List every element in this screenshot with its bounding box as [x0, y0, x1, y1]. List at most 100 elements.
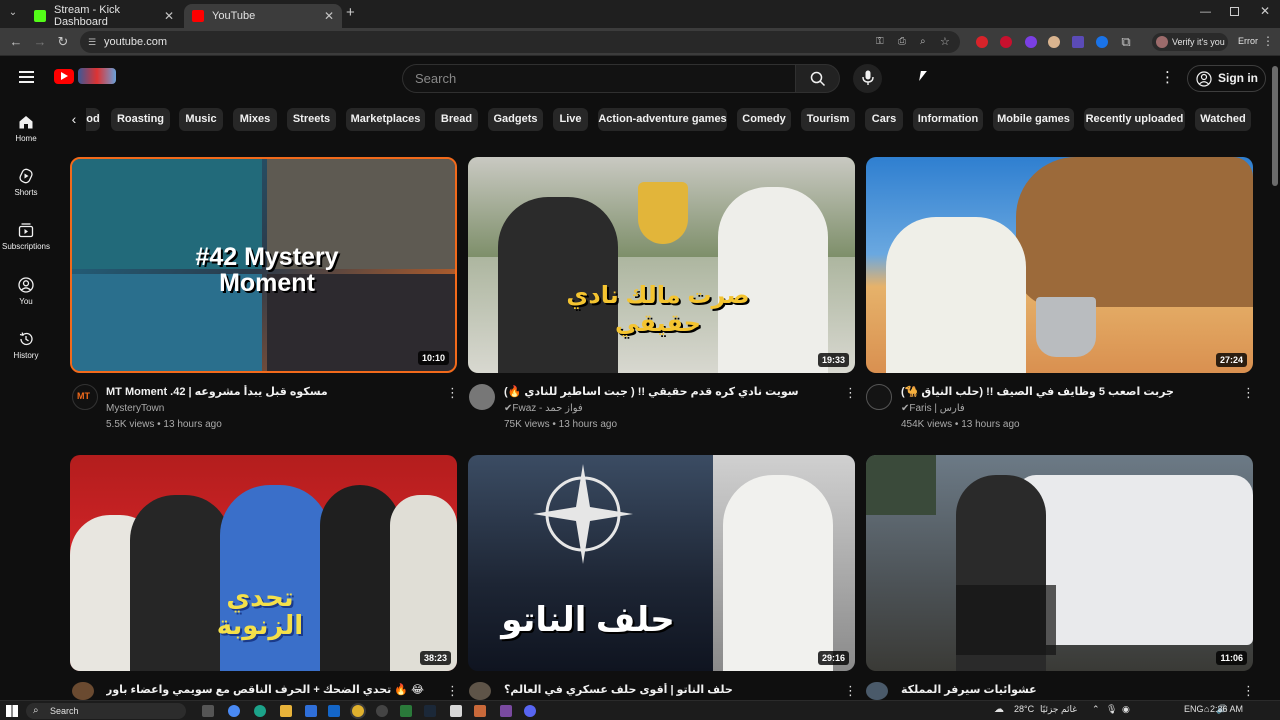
chip[interactable]: Comedy — [737, 108, 791, 131]
store-icon[interactable] — [305, 705, 317, 717]
chip[interactable]: Marketplaces — [346, 108, 425, 131]
video-thumbnail[interactable]: تحدي الزنوبة 38:23 — [70, 455, 457, 671]
windows-start-icon[interactable] — [6, 705, 18, 717]
search-input[interactable]: Search — [402, 64, 795, 93]
close-tab-icon[interactable]: ✕ — [164, 9, 174, 23]
chip[interactable]: Bread — [435, 108, 478, 131]
sidebar-item-you[interactable]: You — [0, 277, 52, 306]
video-menu-icon[interactable]: ⋮ — [844, 385, 857, 401]
password-icon[interactable]: ⚿ — [876, 31, 884, 53]
search-button[interactable] — [795, 64, 840, 93]
app-icon[interactable] — [474, 705, 486, 717]
video-title[interactable]: تحدي الضحك + الحرف الناقص مع سويمي واعضا… — [106, 683, 436, 699]
error-badge[interactable]: Error — [1238, 36, 1258, 46]
taskbar-search[interactable]: ⌕ Search — [26, 703, 186, 719]
video-menu-icon[interactable]: ⋮ — [1242, 385, 1255, 401]
close-window-icon[interactable]: ✕ — [1260, 4, 1270, 18]
weather-temp[interactable]: 28°C — [1014, 704, 1034, 714]
video-channel[interactable]: ✔Faris | فارس — [901, 403, 965, 414]
extension-5-icon[interactable] — [1072, 36, 1084, 48]
outlook-icon[interactable] — [328, 705, 340, 717]
profile-button[interactable]: Verify it's you — [1152, 33, 1228, 51]
task-view-icon[interactable] — [202, 705, 214, 717]
extension-6-icon[interactable] — [1096, 36, 1108, 48]
youtube-logo[interactable] — [54, 69, 74, 84]
video-title[interactable]: حلف الناتو | أقوى حلف عسكري في العالم؟ — [504, 683, 834, 699]
app-tray-icon[interactable]: ◉ — [1122, 704, 1130, 715]
app-icon[interactable] — [400, 705, 412, 717]
extensions-puzzle-icon[interactable]: ⧉ — [1118, 34, 1134, 50]
video-thumbnail[interactable]: 11:06 — [866, 455, 1253, 671]
video-channel[interactable]: MysteryTown — [106, 403, 164, 414]
video-title[interactable]: سويت نادي كره قدم حقيقي !! ( جبت اساطير … — [504, 385, 834, 398]
video-title[interactable]: عشوائيات سيرفر المملكة — [901, 683, 1231, 699]
video-thumbnail[interactable]: حلف الناتو 29:16 — [468, 455, 855, 671]
clock-time[interactable]: 2:36 AM — [1210, 704, 1243, 714]
back-icon[interactable]: ← — [8, 34, 24, 50]
reload-icon[interactable]: ↻ — [55, 34, 71, 50]
chip[interactable]: Gadgets — [488, 108, 543, 131]
language-indicator[interactable]: ENG — [1184, 704, 1204, 714]
channel-avatar[interactable] — [866, 384, 892, 410]
app-icon[interactable] — [450, 705, 462, 717]
network-icon[interactable]: ⌂ — [1204, 704, 1209, 714]
video-menu-icon[interactable]: ⋮ — [1242, 683, 1255, 699]
channel-avatar[interactable] — [469, 384, 495, 410]
chip[interactable]: Tourism — [801, 108, 855, 131]
chips-scroll-left-button[interactable]: ‹ — [62, 108, 86, 131]
channel-avatar[interactable] — [866, 682, 888, 700]
sidebar-item-home[interactable]: Home — [0, 114, 52, 143]
video-title[interactable]: جربت اصعب 5 وظايف في الصيف !! (حلب النيا… — [901, 385, 1231, 398]
page-scrollbar[interactable] — [1272, 66, 1278, 186]
voice-search-button[interactable] — [853, 64, 882, 93]
app-icon[interactable] — [500, 705, 512, 717]
video-thumbnail[interactable]: #42 Mystery Moment 10:10 — [70, 157, 457, 373]
chip[interactable]: Mobile games — [993, 108, 1074, 131]
close-tab-icon[interactable]: ✕ — [324, 9, 334, 23]
sidebar-item-subscriptions[interactable]: Subscriptions — [0, 222, 52, 251]
browser-menu-icon[interactable]: ⋮ — [1262, 34, 1274, 48]
video-title[interactable]: MT Moment .42 | مسكوه قبل يبدأ مشروعه — [106, 385, 436, 398]
extension-4-icon[interactable] — [1048, 36, 1060, 48]
minimize-window-icon[interactable]: — — [1200, 6, 1211, 18]
channel-avatar[interactable] — [469, 682, 491, 700]
sidebar-item-shorts[interactable]: Shorts — [0, 168, 52, 197]
restore-window-icon[interactable] — [1230, 7, 1239, 16]
discord-icon[interactable] — [524, 705, 536, 717]
edge-icon[interactable] — [254, 705, 266, 717]
file-explorer-icon[interactable] — [280, 705, 292, 717]
steam-icon[interactable] — [424, 705, 436, 717]
sign-in-button[interactable]: Sign in — [1187, 65, 1266, 92]
chip[interactable]: Streets — [287, 108, 336, 131]
extension-1-icon[interactable] — [976, 36, 988, 48]
video-thumbnail[interactable]: 27:24 — [866, 157, 1253, 373]
chrome-icon[interactable] — [352, 705, 364, 717]
video-menu-icon[interactable]: ⋮ — [844, 683, 857, 699]
extension-2-icon[interactable] — [1000, 36, 1012, 48]
site-info-icon[interactable]: ☰ — [88, 31, 96, 53]
chip[interactable]: Music — [179, 108, 223, 131]
chip[interactable]: Action-adventure games — [598, 108, 727, 131]
bookmark-star-icon[interactable]: ☆ — [940, 31, 950, 53]
settings-menu-icon[interactable]: ⋮ — [1160, 68, 1175, 86]
tab-search-icon[interactable]: ⌄ — [6, 7, 20, 21]
video-menu-icon[interactable]: ⋮ — [446, 683, 459, 699]
chip[interactable]: Roasting — [111, 108, 170, 131]
install-app-icon[interactable]: ⎙ — [898, 31, 906, 53]
browser-tab-youtube[interactable]: YouTube ✕ — [184, 4, 342, 28]
address-bar[interactable]: ☰ youtube.com ⚿ ⎙ ⌕ ☆ — [80, 31, 960, 53]
zoom-icon[interactable]: ⌕ — [920, 31, 926, 53]
microphone-icon[interactable]: 🎙 — [1106, 704, 1117, 715]
chip[interactable]: Live — [553, 108, 588, 131]
sidebar-item-history[interactable]: History — [0, 331, 52, 360]
chip[interactable]: Mixes — [233, 108, 277, 131]
channel-avatar[interactable]: MT — [72, 384, 98, 410]
video-thumbnail[interactable]: صرت مالك نادي حقيقي 19:33 — [468, 157, 855, 373]
forward-icon[interactable]: → — [32, 34, 48, 50]
new-tab-button[interactable]: + — [346, 5, 360, 21]
chip[interactable]: Watched — [1195, 108, 1251, 131]
video-menu-icon[interactable]: ⋮ — [446, 385, 459, 401]
tray-overflow-icon[interactable]: ⌃ — [1092, 704, 1100, 715]
app-icon[interactable] — [376, 705, 388, 717]
video-channel[interactable]: ✔Fwaz - فواز حمد — [504, 403, 583, 414]
